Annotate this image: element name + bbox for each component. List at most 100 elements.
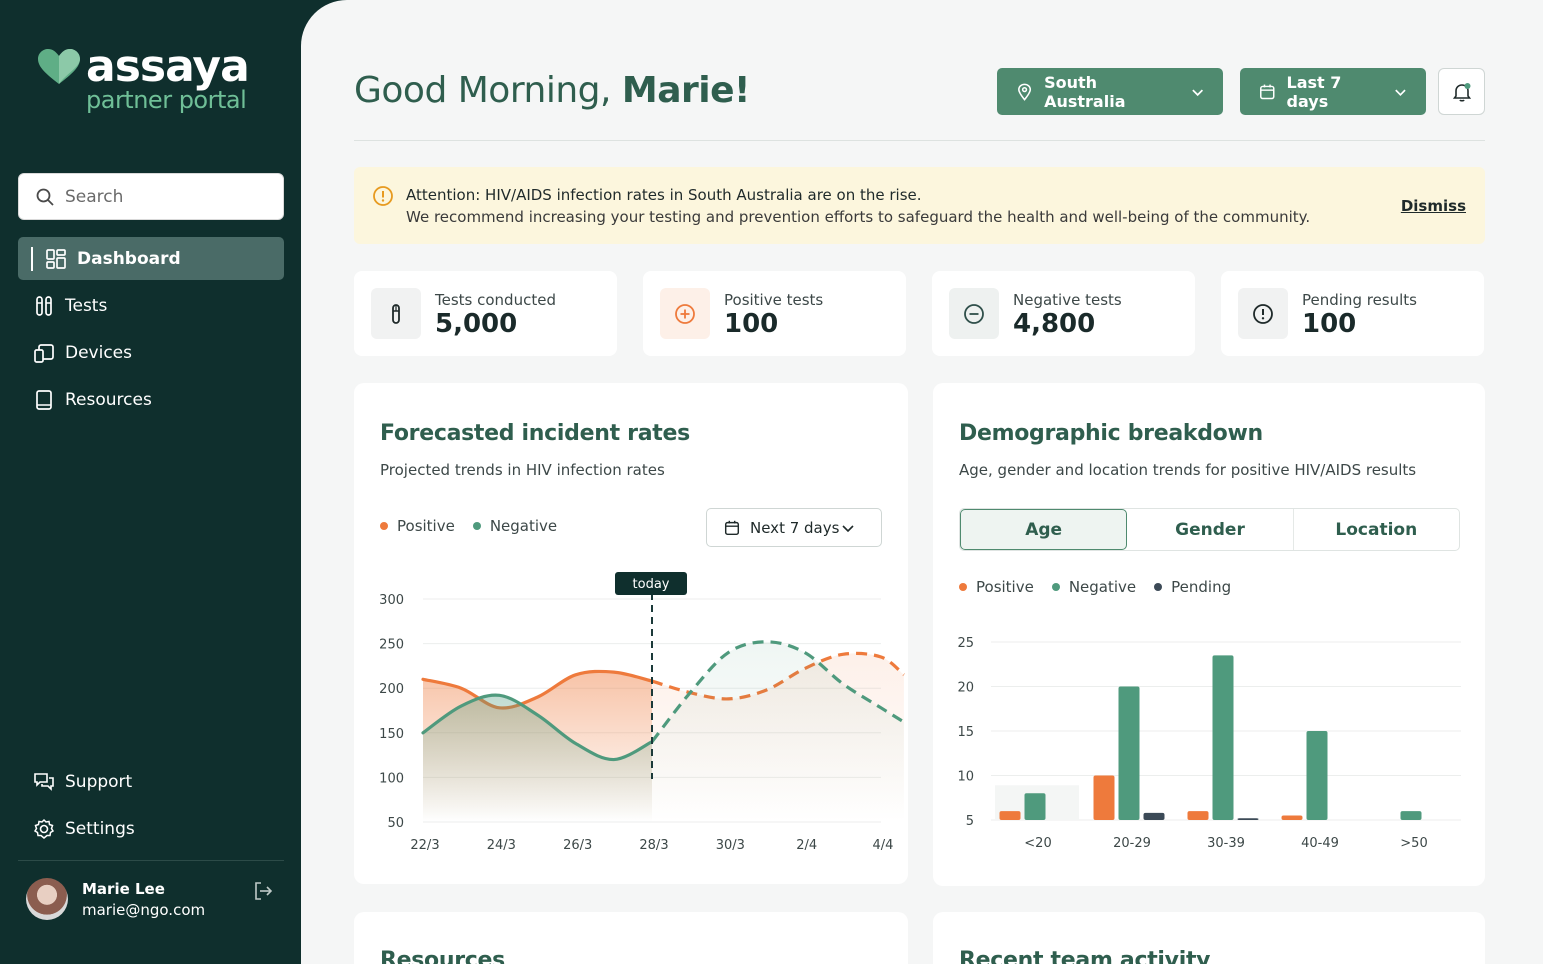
avatar	[26, 878, 68, 920]
page-title: Good Morning, Marie!	[354, 70, 750, 111]
demographic-card: Demographic breakdown Age, gender and lo…	[933, 383, 1485, 886]
x-tick-label: 28/3	[639, 838, 668, 853]
nav-item-support[interactable]: Support	[18, 760, 284, 803]
stat-icon-box	[1238, 288, 1288, 339]
forecast-card: Forecasted incident rates Projected tren…	[354, 383, 908, 884]
stat-label: Negative tests	[1013, 291, 1122, 309]
alert-title: Attention: HIV/AIDS infection rates in S…	[406, 186, 922, 204]
user-name: Marie Lee	[82, 879, 165, 898]
notifications-button[interactable]	[1438, 68, 1485, 115]
search-box[interactable]	[18, 173, 284, 220]
dismiss-link[interactable]: Dismiss	[1401, 197, 1466, 215]
date-range-dropdown[interactable]: Last 7 days	[1240, 68, 1426, 115]
x-tick-label: 20-29	[1113, 836, 1151, 851]
active-indicator	[31, 246, 33, 271]
bar-positive	[1093, 775, 1115, 820]
bar-positive	[999, 811, 1021, 820]
team-activity-card: Recent team activity	[933, 912, 1485, 964]
x-tick-label: 4/4	[873, 838, 894, 853]
gear-icon	[33, 818, 55, 839]
team-activity-title: Recent team activity	[959, 948, 1211, 964]
plus-circle-icon	[675, 303, 695, 324]
y-tick-label: 20	[957, 681, 974, 696]
today-label: today	[633, 577, 670, 592]
stat-value: 4,800	[1013, 309, 1096, 339]
alert-banner: Attention: HIV/AIDS infection rates in S…	[354, 167, 1485, 244]
bar-positive	[1281, 815, 1303, 820]
stat-value: 100	[724, 309, 779, 339]
chevron-down-icon	[1191, 88, 1203, 96]
nav-item-settings[interactable]: Settings	[18, 807, 284, 850]
nav-item-dashboard[interactable]: Dashboard	[18, 237, 284, 280]
chat-icon	[34, 772, 54, 791]
greeting-name: Marie!	[621, 70, 751, 111]
nav-label-dashboard: Dashboard	[77, 248, 181, 269]
region-dropdown[interactable]: South Australia	[997, 68, 1223, 115]
y-tick-label: 100	[379, 771, 404, 786]
y-tick-label: 300	[379, 593, 404, 608]
region-label: South Australia	[1044, 72, 1126, 111]
sidebar-divider	[18, 860, 284, 861]
stat-card-positive: Positive tests 100	[643, 271, 906, 356]
x-tick-label: <20	[1024, 836, 1051, 851]
bar-pending	[1143, 812, 1165, 820]
devices-icon	[34, 343, 54, 363]
resources-title: Resources	[380, 948, 505, 964]
brand-name: assaya	[86, 41, 250, 92]
bar-pending	[1237, 818, 1259, 820]
stat-card-tests: Tests conducted 5,000	[354, 271, 617, 356]
header-divider	[354, 140, 1485, 141]
main-content: Good Morning, Marie! South Australia Las…	[301, 0, 1543, 964]
stat-icon-box	[371, 288, 421, 339]
nav-item-resources[interactable]: Resources	[18, 378, 284, 421]
bar-negative	[1118, 686, 1140, 820]
nav-item-devices[interactable]: Devices	[18, 331, 284, 374]
stat-icon-box	[660, 288, 710, 339]
book-icon	[36, 389, 52, 410]
y-tick-label: 150	[379, 727, 404, 742]
bar-negative	[1212, 655, 1234, 820]
nav: Dashboard Tests Devices Resources	[18, 237, 284, 425]
y-tick-label: 250	[379, 638, 404, 653]
search-input[interactable]	[65, 186, 265, 207]
heart-logo-icon	[38, 49, 80, 84]
x-tick-label: 2/4	[796, 838, 817, 853]
bell-icon	[1452, 82, 1471, 102]
chevron-down-icon	[1395, 89, 1406, 96]
dashboard-icon	[46, 248, 66, 269]
x-tick-label: 40-49	[1301, 836, 1339, 851]
bar-negative	[1024, 793, 1046, 820]
y-tick-label: 5	[966, 814, 974, 829]
bar-negative	[1306, 731, 1328, 820]
greeting-prefix: Good Morning,	[354, 70, 622, 111]
logo[interactable]: assaya partner portal	[36, 41, 250, 114]
stat-icon-box	[949, 288, 999, 339]
nav-item-tests[interactable]: Tests	[18, 284, 284, 327]
alert-text: We recommend increasing your testing and…	[406, 208, 1311, 226]
nav-bottom: Support Settings	[18, 760, 284, 854]
y-tick-label: 15	[957, 725, 974, 740]
search-icon	[36, 188, 54, 206]
warning-icon	[373, 186, 393, 206]
calendar-icon	[1260, 84, 1275, 99]
x-tick-label: >50	[1400, 836, 1427, 851]
stat-label: Pending results	[1302, 291, 1417, 309]
x-tick-label: 22/3	[410, 838, 439, 853]
user-email: marie@ngo.com	[82, 900, 206, 919]
x-tick-label: 24/3	[487, 838, 516, 853]
stat-value: 100	[1302, 309, 1357, 339]
user-profile[interactable]: Marie Lee marie@ngo.com	[26, 878, 284, 920]
stat-card-negative: Negative tests 4,800	[932, 271, 1195, 356]
stat-label: Tests conducted	[435, 291, 556, 309]
resources-card: Resources	[354, 912, 908, 964]
location-pin-icon	[1018, 83, 1032, 101]
forecast-line-chart: 50 100 150 200 250 300 22/3 24/3 26/3 28/3 30/3 2/4…	[379, 572, 905, 853]
demographic-bar-chart: 5 10 15 20 25 <20 20-29 30-39 40-49 >50	[957, 636, 1461, 851]
nav-label-tests: Tests	[65, 295, 108, 316]
nav-label-devices: Devices	[65, 342, 132, 363]
nav-label-support: Support	[65, 771, 133, 792]
sidebar: assaya partner portal Dashboard Tests De…	[0, 0, 301, 964]
y-tick-label: 10	[957, 770, 974, 785]
logout-icon[interactable]	[252, 880, 274, 902]
minus-circle-icon	[964, 303, 984, 324]
